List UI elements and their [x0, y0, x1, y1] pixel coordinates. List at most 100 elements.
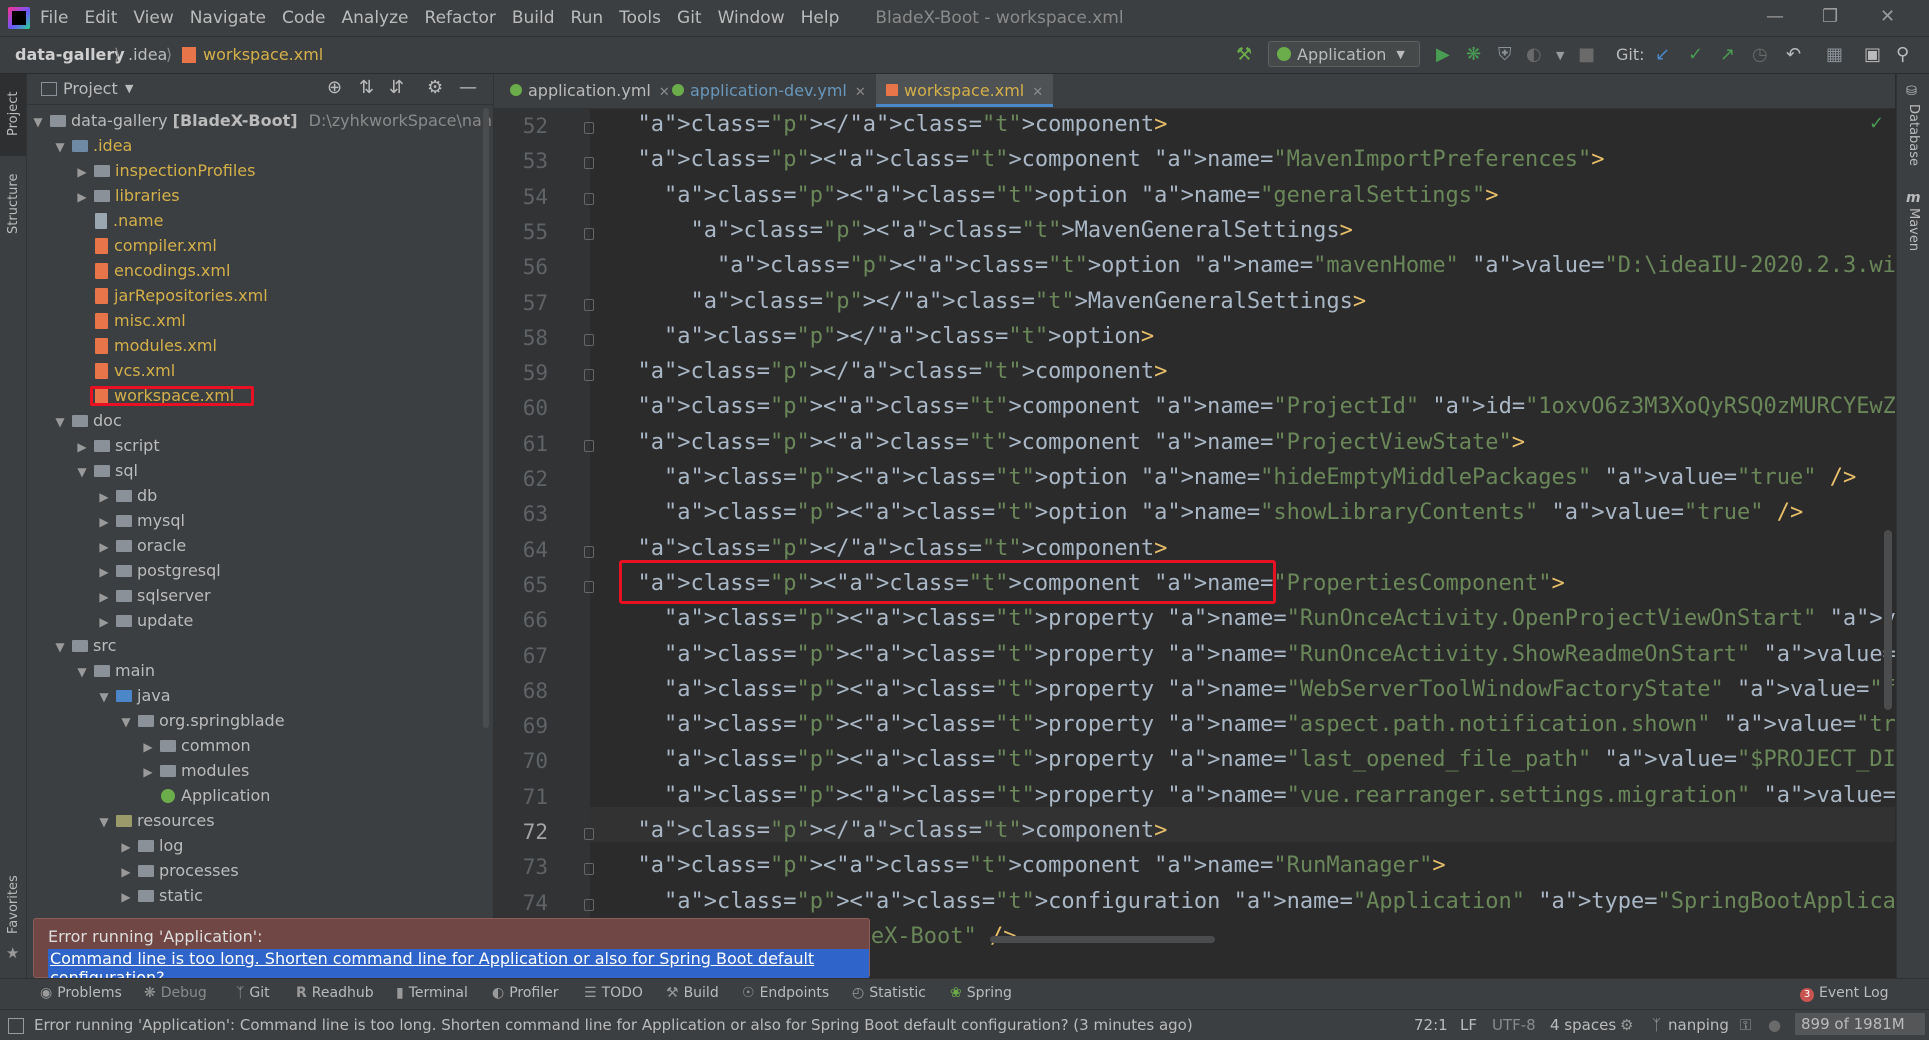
git-commit-icon[interactable]: ✓	[1688, 44, 1703, 65]
collapse-all-icon[interactable]: ⇵	[389, 77, 404, 98]
minimize-icon[interactable]: —	[1766, 6, 1784, 27]
line-number[interactable]: 63	[494, 502, 548, 526]
star-icon[interactable]: ★	[6, 944, 19, 962]
run-config-select[interactable]: Application ▼	[1268, 41, 1420, 67]
status-message[interactable]: Error running 'Application': Command lin…	[34, 1016, 1193, 1034]
code-line[interactable]: "a">class="p"><"a">class="t">component "…	[611, 147, 1605, 172]
line-number[interactable]: 65	[494, 573, 548, 597]
line-number[interactable]: 60	[494, 396, 548, 420]
code-line[interactable]: "a">class="p"><"a">class="t">component "…	[611, 394, 1896, 419]
line-number[interactable]: 58	[494, 326, 548, 350]
git-branch[interactable]: nanping	[1668, 1016, 1729, 1034]
menu-git[interactable]: Git	[677, 8, 702, 28]
code-line[interactable]: "a">class="p"><"a">class="t">component "…	[611, 853, 1446, 878]
tree-item-application[interactable]: Application	[155, 783, 270, 808]
tree-item-java[interactable]: ▼ java	[97, 683, 170, 708]
tool-debug[interactable]: ❋ Debug	[144, 985, 207, 1001]
tool-tab-database[interactable]: Database	[1906, 104, 1921, 166]
code-line[interactable]: "a">class="p"></"a">class="t">option>	[611, 324, 1154, 349]
code-line[interactable]: "a">class="p"><"a">class="t">option "a">…	[611, 500, 1803, 525]
breadcrumb-idea[interactable]: .idea	[128, 45, 167, 64]
menu-analyze[interactable]: Analyze	[342, 8, 409, 28]
debug-icon[interactable]: ❋	[1466, 44, 1481, 65]
fold-marker-icon[interactable]	[584, 157, 594, 170]
chevron-down-icon[interactable]: ▼	[31, 110, 45, 135]
fold-marker-icon[interactable]	[584, 227, 594, 240]
fold-marker-icon[interactable]	[584, 333, 594, 346]
hide-icon[interactable]: —	[459, 77, 477, 98]
chevron-right-icon[interactable]: ▶	[75, 435, 89, 460]
chevron-right-icon[interactable]: ▶	[97, 510, 111, 535]
chevron-down-icon[interactable]: ▼	[53, 410, 67, 435]
git-update-icon[interactable]: ↙	[1655, 44, 1670, 65]
search-icon[interactable]: ⚲	[1896, 44, 1909, 65]
chevron-down-icon[interactable]: ▼	[125, 82, 133, 95]
tree-item-compiler[interactable]: compiler.xml	[89, 233, 217, 258]
chevron-down-icon[interactable]: ▼	[1556, 49, 1564, 62]
tool-statistic[interactable]: ◴ Statistic	[852, 985, 926, 1001]
rollback-icon[interactable]: ↶	[1786, 44, 1801, 65]
tree-item-doc[interactable]: ▼ doc	[53, 408, 121, 435]
tree-item-sqlserver[interactable]: ▶ sqlserver	[97, 583, 210, 608]
tree-item-name[interactable]: .name	[89, 208, 163, 233]
fold-marker-icon[interactable]	[584, 369, 594, 382]
chevron-down-icon[interactable]: ▼	[119, 710, 133, 735]
tree-item-encodings[interactable]: encodings.xml	[89, 258, 230, 283]
project-view-select[interactable]: Project	[63, 79, 118, 98]
code-editor[interactable]: 52 "a">class="p"></"a">class="t">compone…	[494, 109, 1895, 977]
tree-item-mysql[interactable]: ▶ mysql	[97, 508, 185, 533]
run-icon[interactable]: ▶	[1436, 44, 1450, 65]
tree-item-jarrepositories[interactable]: jarRepositories.xml	[89, 283, 268, 308]
close-icon[interactable]: ✕	[855, 85, 866, 100]
line-number[interactable]: 55	[494, 220, 548, 244]
expand-all-icon[interactable]: ⇅	[359, 77, 374, 98]
tree-item-idea[interactable]: ▼ .idea	[53, 133, 132, 158]
line-number[interactable]: 62	[494, 467, 548, 491]
tree-item-vcs[interactable]: vcs.xml	[89, 358, 175, 383]
line-number[interactable]: 52	[494, 114, 548, 138]
code-line[interactable]: "a">class="p"></"a">class="t">component>	[611, 536, 1168, 561]
chevron-right-icon[interactable]: ▶	[97, 485, 111, 510]
tree-item-resources[interactable]: ▼ resources	[97, 808, 214, 833]
menu-edit[interactable]: Edit	[84, 8, 117, 28]
tool-tab-project[interactable]: Project	[6, 92, 21, 136]
chevron-down-icon[interactable]: ▼	[53, 635, 67, 660]
chevron-down-icon[interactable]: ▼	[75, 460, 89, 485]
code-line[interactable]: "a">class="p"><"a">class="t">property "a…	[611, 677, 1895, 702]
menu-file[interactable]: File	[40, 8, 68, 28]
build-hammer-icon[interactable]: ⚒	[1236, 44, 1252, 65]
close-icon[interactable]: ✕	[1032, 85, 1043, 100]
chevron-right-icon[interactable]: ▶	[97, 560, 111, 585]
code-line[interactable]: "a">class="p"><"a">class="t">option "a">…	[611, 183, 1499, 208]
tree-item-common[interactable]: ▶ common	[141, 733, 250, 758]
tree-item-inspectionprofiles[interactable]: ▶ inspectionProfiles	[75, 158, 255, 183]
tree-item-misc[interactable]: misc.xml	[89, 308, 186, 333]
line-number[interactable]: 71	[494, 785, 548, 809]
gear-icon[interactable]: ⚙	[427, 77, 443, 98]
coverage-icon[interactable]: ⛨	[1498, 44, 1512, 65]
tree-scrollbar[interactable]	[483, 108, 489, 728]
tree-item-sql[interactable]: ▼ sql	[75, 458, 138, 483]
tool-spring[interactable]: ❀ Spring	[950, 985, 1012, 1001]
line-number[interactable]: 56	[494, 255, 548, 279]
code-line[interactable]: "a">class="p"><"a">class="t">option "a">…	[611, 253, 1895, 278]
tree-item-oracle[interactable]: ▶ oracle	[97, 533, 186, 558]
menu-refactor[interactable]: Refactor	[425, 8, 496, 28]
tree-item-modules[interactable]: modules.xml	[89, 333, 217, 358]
fold-marker-icon[interactable]	[584, 122, 594, 134]
fold-marker-icon[interactable]	[584, 298, 594, 311]
tool-build[interactable]: ⚒ Build	[666, 985, 719, 1001]
lock-icon[interactable]: ⚿	[1740, 1016, 1751, 1034]
fold-marker-icon[interactable]	[584, 863, 594, 876]
restore-icon[interactable]: ❐	[1822, 6, 1838, 27]
chevron-down-icon[interactable]: ▼	[53, 135, 67, 160]
menu-code[interactable]: Code	[282, 8, 326, 28]
code-line[interactable]: "a">class="p"><"a">class="t">configurati…	[611, 889, 1895, 914]
editor-vertical-scrollbar[interactable]	[1884, 530, 1892, 710]
tool-endpoints[interactable]: ☉ Endpoints	[742, 985, 829, 1001]
tree-item-db[interactable]: ▶ db	[97, 483, 157, 508]
fold-marker-icon[interactable]	[584, 192, 594, 205]
tree-item-package[interactable]: ▼ org.springblade	[119, 708, 284, 735]
chevron-right-icon[interactable]: ▶	[75, 185, 89, 210]
fold-marker-icon[interactable]	[584, 545, 594, 558]
